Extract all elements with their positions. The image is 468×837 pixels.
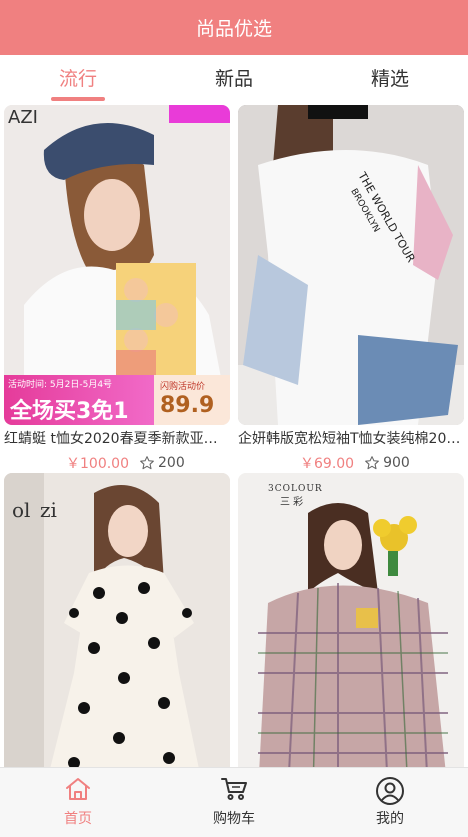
home-icon: [66, 778, 90, 800]
tabbar-profile[interactable]: 我的: [335, 768, 445, 837]
product-image[interactable]: ol zi: [4, 473, 230, 767]
tab-new[interactable]: 新品: [179, 64, 289, 97]
promo-time: 活动时间: 5月2日-5月4号: [8, 380, 113, 390]
tab-selected[interactable]: 精选: [335, 64, 445, 97]
tabbar-cart[interactable]: 购物车: [179, 768, 289, 837]
star-icon[interactable]: [139, 455, 155, 471]
category-tabs: 流行 新品 精选: [0, 55, 468, 105]
product-card[interactable]: 3COLOUR 三 彩: [238, 473, 464, 767]
flash-price: 89.9: [160, 393, 215, 418]
flash-label: 闪购活动价: [160, 382, 206, 392]
product-meta: ￥69.00 900: [238, 452, 464, 474]
svg-text:AZI: AZI: [8, 107, 38, 128]
product-meta: ￥100.00 200: [4, 452, 230, 474]
product-grid: AZI 活动时间: 5月2日-5月4号 全场买3免1 闪购活动价 89.9 红蜻…: [0, 105, 468, 767]
product-image[interactable]: 3COLOUR 三 彩: [238, 473, 464, 767]
cart-icon: [221, 778, 247, 800]
favorite-count: 200: [158, 455, 185, 471]
promo-banner: 活动时间: 5月2日-5月4号 全场买3免1 闪购活动价 89.9: [4, 375, 230, 425]
tabbar-label: 购物车: [213, 811, 255, 827]
user-icon: [376, 777, 404, 805]
svg-text:三 彩: 三 彩: [280, 496, 303, 508]
product-image[interactable]: THE WORLD TOUR BROOKLYN: [238, 105, 464, 425]
tab-popular[interactable]: 流行: [23, 64, 133, 101]
page-title: 尚品优选: [195, 18, 272, 40]
product-card[interactable]: AZI 活动时间: 5月2日-5月4号 全场买3免1 闪购活动价 89.9 红蜻…: [4, 105, 230, 474]
product-photo-illustration: 3COLOUR 三 彩: [238, 473, 464, 767]
product-card[interactable]: THE WORLD TOUR BROOKLYN 企妍韩版宽松短袖T恤女装纯棉20…: [238, 105, 464, 474]
product-photo-illustration: ol zi: [4, 473, 230, 767]
svg-text:zi: zi: [40, 498, 57, 522]
product-price: ￥100.00: [66, 456, 129, 472]
product-image[interactable]: AZI 活动时间: 5月2日-5月4号 全场买3免1 闪购活动价 89.9: [4, 105, 230, 425]
favorite-count: 900: [383, 455, 410, 471]
tabbar-label: 首页: [64, 811, 92, 827]
promo-headline: 全场买3免1: [10, 399, 129, 424]
tabbar-home[interactable]: 首页: [23, 768, 133, 837]
product-price: ￥69.00: [300, 456, 355, 472]
product-card[interactable]: ol zi: [4, 473, 230, 767]
product-title[interactable]: 红蜻蜓 t恤女2020春夏季新款亚麻棉短袖T恤女装: [4, 426, 230, 452]
product-photo-illustration: THE WORLD TOUR BROOKLYN: [238, 105, 464, 425]
tabbar-label: 我的: [376, 811, 404, 827]
product-title[interactable]: 企妍韩版宽松短袖T恤女装纯棉2020新款: [238, 426, 464, 452]
bottom-tabbar: 首页 购物车 我的: [0, 767, 468, 837]
star-icon[interactable]: [364, 455, 380, 471]
app-header: 尚品优选: [0, 0, 468, 55]
svg-text:3COLOUR: 3COLOUR: [268, 484, 323, 494]
svg-text:ol: ol: [12, 498, 30, 522]
